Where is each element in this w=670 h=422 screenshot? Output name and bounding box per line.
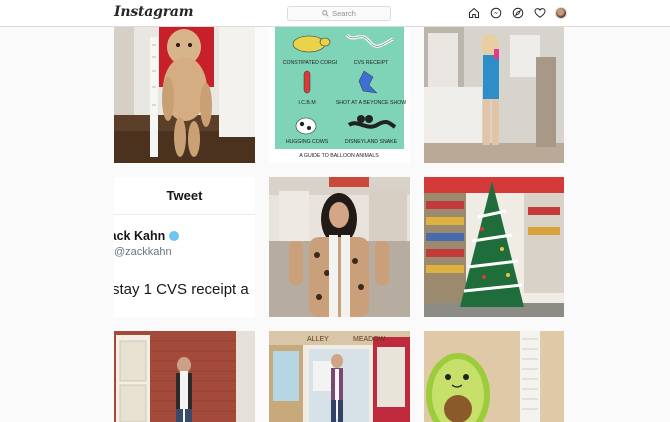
balloon-label: SHOT AT A BEYONCE SHOW [336,100,406,106]
balloon-label: CVS RECEIPT [354,60,389,66]
tweet-title: Tweet [114,177,255,215]
post-image-balloon-animals: CONSTIPATED CORGI CVS RECEIPT I.C.B.M SH… [269,27,410,163]
store-sign-meadow: MEADOW [353,336,386,343]
heart-icon[interactable] [533,6,546,19]
post-image-avocado-plush [424,331,564,422]
post-tile[interactable]: ALLEY MEADOW [269,331,410,422]
profile-avatar[interactable] [555,6,567,19]
post-tile[interactable] [114,331,255,422]
post-tile[interactable] [424,177,564,317]
balloon-label: HUGGING COWS [286,139,329,145]
balloon-label: DISNEYLAND SNAKE [345,139,398,145]
nav-icons [467,6,567,19]
balloon-label: I.C.B.M [298,100,315,106]
home-icon[interactable] [467,6,480,19]
store-sign-alley: ALLEY [307,336,329,343]
post-image-brick-wall [114,331,255,422]
tweet-text: stay 1 CVS receipt a [114,281,249,298]
post-tile[interactable] [269,177,410,317]
balloon-label: CONSTIPATED CORGI [283,60,338,66]
post-tile[interactable]: Tweet Zack Kahn @zackkahn stay 1 CVS rec… [114,177,255,317]
tweet-author-name: Zack Kahn [114,229,180,243]
balloon-caption: A GUIDE TO BALLOON ANIMALS [299,153,379,159]
post-tile[interactable] [114,27,255,163]
post-image-receipt-scarf [269,177,410,317]
search-placeholder: Search [332,9,356,18]
post-image-dog-hug [114,27,255,163]
post-tile[interactable] [424,331,564,422]
search-input[interactable]: Search [287,6,391,21]
post-image-bedroom-selfie [424,27,564,163]
post-image-storefront: ALLEY MEADOW [269,331,410,422]
tweet-author-label: Zack Kahn [114,229,166,243]
top-nav-bar: Instagram Search [0,0,670,27]
post-tile[interactable] [424,27,564,163]
post-tile[interactable]: CONSTIPATED CORGI CVS RECEIPT I.C.B.M SH… [269,27,410,163]
explore-icon[interactable] [511,6,524,19]
verified-badge-icon [169,231,180,241]
instagram-logo[interactable]: Instagram [114,4,194,20]
tweet-author-handle: @zackkahn [114,246,172,258]
search-icon [322,10,329,17]
instagram-explore-page: Instagram Search CONSTIPATED CORGI CVS R… [0,0,670,422]
post-image-christmas-tree [424,177,564,317]
messenger-icon[interactable] [489,6,502,19]
